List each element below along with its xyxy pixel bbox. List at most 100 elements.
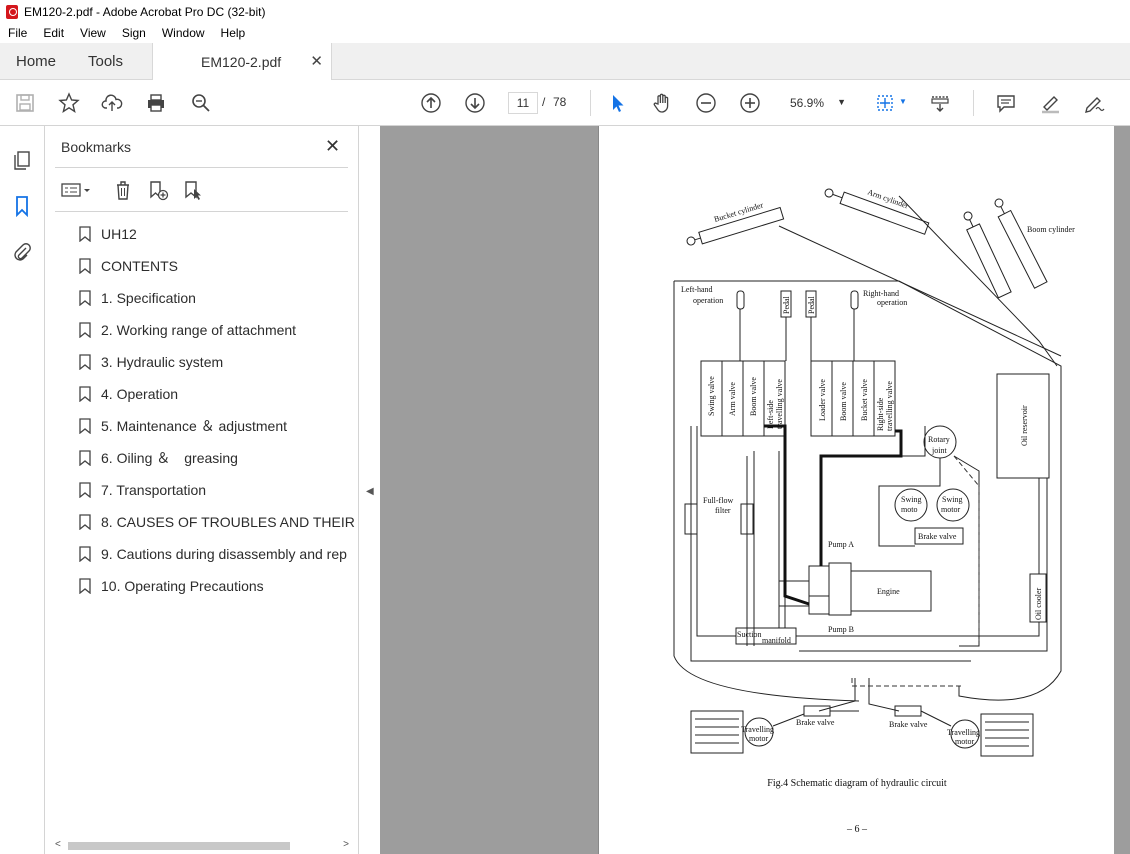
bookmark-label: CONTENTS: [101, 258, 178, 274]
label-swing-moto-2: moto: [901, 505, 917, 514]
bookmark-label: 4. Operation: [101, 386, 179, 402]
menu-window[interactable]: Window: [154, 26, 213, 40]
label-bucket-valve: Bucket valve: [860, 379, 869, 421]
bookmark-item[interactable]: 3. Hydraulic system: [79, 350, 358, 374]
toolbar-divider: [590, 90, 591, 116]
collapse-panel-icon[interactable]: ◀: [366, 486, 374, 497]
label-joint: joint: [931, 446, 947, 455]
bookmark-item[interactable]: 4. Operation: [79, 382, 358, 406]
bookmark-icon: [79, 258, 91, 274]
label-swing-valve: Swing valve: [707, 376, 716, 416]
page-total: 78: [553, 95, 567, 109]
fit-page-icon[interactable]: [872, 90, 898, 116]
label-left-travelling-valve: travelling valve: [775, 379, 784, 429]
close-icon[interactable]: ✕: [325, 136, 340, 157]
tab-document[interactable]: EM120-2.pdf ✕: [152, 43, 332, 80]
menu-sign[interactable]: Sign: [114, 26, 154, 40]
bookmarks-horizontal-scrollbar[interactable]: < >: [52, 839, 352, 852]
bookmark-item[interactable]: 1. Specification: [79, 286, 358, 310]
bookmark-item[interactable]: UH12: [79, 222, 358, 246]
label-travelling-left: Travelling: [741, 725, 774, 734]
pdf-app-icon: [6, 4, 18, 19]
menu-edit[interactable]: Edit: [35, 26, 72, 40]
tab-home[interactable]: Home: [16, 53, 56, 70]
main-toolbar: 11 / 78 56.9% ▼ ▼: [0, 80, 1130, 126]
bookmark-label: 10. Operating Precautions: [101, 578, 264, 594]
close-tab-icon[interactable]: ✕: [310, 52, 323, 70]
label-right-operation: operation: [877, 298, 907, 307]
label-brake-valve-left: Brake valve: [796, 718, 835, 727]
next-page-icon[interactable]: [462, 90, 488, 116]
zoom-out-icon[interactable]: [693, 90, 719, 116]
bookmarks-panel: Bookmarks ✕ UH12 CONTENTS 1. Specificati…: [45, 126, 358, 854]
previous-page-icon[interactable]: [418, 90, 444, 116]
page-number-input[interactable]: 11: [508, 92, 538, 114]
toolbar-divider-2: [973, 90, 974, 116]
bookmark-item[interactable]: 6. Oiling ＆ greasing: [79, 446, 358, 470]
label-motor-left: motor: [749, 734, 768, 743]
bookmark-icon: [79, 418, 91, 434]
cloud-upload-icon[interactable]: [99, 90, 125, 116]
bookmark-icon: [79, 450, 91, 466]
bookmark-item[interactable]: 9. Cautions during disassembly and rep: [79, 542, 358, 566]
label-loader-valve: Loader valve: [818, 379, 827, 421]
bookmark-label: 2. Working range of attachment: [101, 322, 297, 338]
zoom-level-dropdown[interactable]: 56.9% ▼: [782, 92, 852, 114]
hand-tool-icon[interactable]: [649, 90, 675, 116]
scrollbar-thumb[interactable]: [68, 842, 290, 850]
chevron-down-icon: ▼: [837, 97, 846, 107]
scroll-right-icon[interactable]: >: [343, 839, 349, 850]
zoom-search-icon[interactable]: [188, 90, 214, 116]
label-oil-cooler: Oil cooler: [1034, 587, 1043, 620]
bookmark-item[interactable]: 8. CAUSES OF TROUBLES AND THEIR R: [79, 510, 358, 534]
fit-chevron-icon[interactable]: ▼: [899, 97, 907, 106]
panel-splitter[interactable]: ◀: [358, 126, 380, 854]
sign-pen-icon[interactable]: [1081, 90, 1107, 116]
new-bookmark-icon[interactable]: [145, 177, 171, 203]
comment-icon[interactable]: [993, 90, 1019, 116]
bookmark-label: 6. Oiling ＆ greasing: [101, 450, 238, 466]
bookmark-item[interactable]: 7. Transportation: [79, 478, 358, 502]
print-icon[interactable]: [143, 90, 169, 116]
divider: [55, 211, 348, 212]
label-boom-valve-left: Boom valve: [749, 377, 758, 416]
bookmark-icon: [79, 386, 91, 402]
label-pump-a: Pump A: [828, 540, 854, 549]
bookmarks-panel-icon[interactable]: [10, 194, 34, 218]
page-thumbnails-icon[interactable]: [10, 148, 34, 172]
label-left-hand: Left-hand: [681, 285, 713, 294]
bookmark-icon: [79, 354, 91, 370]
divider: [55, 167, 348, 168]
label-left-side: Left-side: [766, 400, 775, 429]
tab-bar: Home Tools EM120-2.pdf ✕: [0, 43, 1130, 80]
label-swing-moto-1: Swing: [901, 495, 921, 504]
bookmark-item[interactable]: 2. Working range of attachment: [79, 318, 358, 342]
star-icon[interactable]: [56, 90, 82, 116]
zoom-level-value: 56.9%: [790, 96, 825, 110]
bookmark-item[interactable]: 10. Operating Precautions: [79, 574, 358, 598]
menu-help[interactable]: Help: [213, 26, 254, 40]
attachments-icon[interactable]: [10, 240, 34, 264]
label-pedal-right: Pedal: [807, 295, 816, 314]
zoom-in-icon[interactable]: [737, 90, 763, 116]
save-icon[interactable]: [12, 90, 38, 116]
menu-view[interactable]: View: [72, 26, 114, 40]
window-title: EM120-2.pdf - Adobe Acrobat Pro DC (32-b…: [24, 4, 266, 19]
bookmark-item[interactable]: 5. Maintenance ＆ adjustment: [79, 414, 358, 438]
tab-tools[interactable]: Tools: [88, 53, 123, 70]
bookmark-options-icon[interactable]: [59, 177, 93, 203]
find-bookmark-icon[interactable]: [180, 177, 206, 203]
document-viewer[interactable]: Bucket cylinder Arm cylinder Boom cylind…: [380, 126, 1130, 854]
scroll-left-icon[interactable]: <: [55, 839, 61, 850]
select-cursor-icon[interactable]: [605, 90, 631, 116]
menu-file[interactable]: File: [0, 26, 35, 40]
bookmark-label: UH12: [101, 226, 137, 242]
highlight-pen-icon[interactable]: [1037, 90, 1063, 116]
bookmark-item[interactable]: CONTENTS: [79, 254, 358, 278]
bookmark-label: 1. Specification: [101, 290, 196, 306]
delete-bookmark-icon[interactable]: [110, 177, 136, 203]
label-boom-valve-right: Boom valve: [839, 382, 848, 421]
bookmark-label: 5. Maintenance ＆ adjustment: [101, 418, 287, 434]
scroll-mode-icon[interactable]: [927, 90, 953, 116]
label-full-flow: Full-flow: [703, 496, 733, 505]
